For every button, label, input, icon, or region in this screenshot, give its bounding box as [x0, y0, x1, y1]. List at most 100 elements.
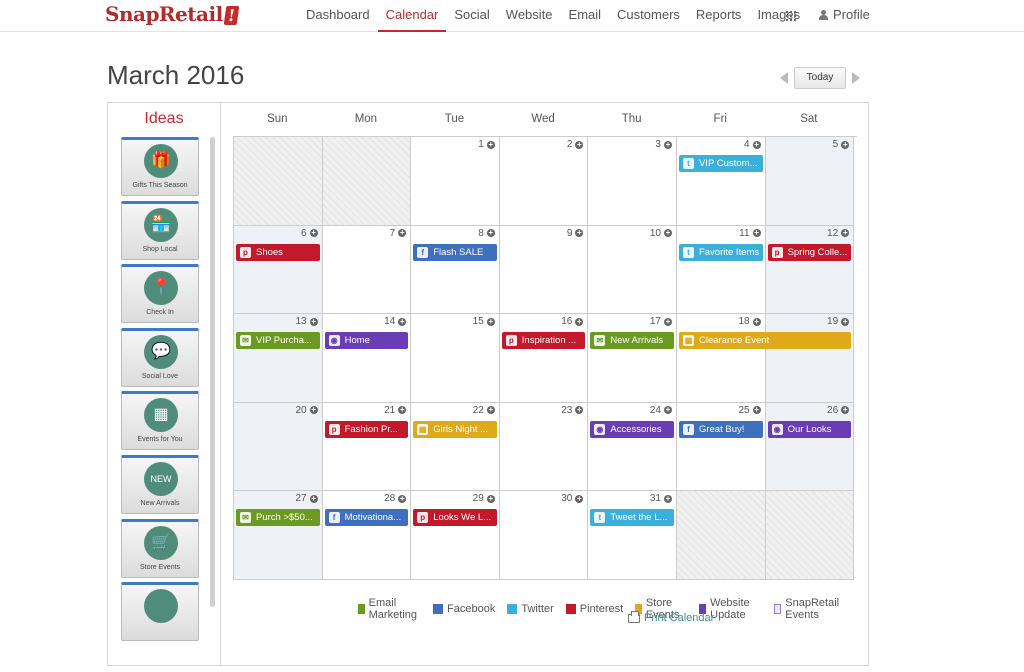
- idea-card[interactable]: 📍 Check In: [121, 264, 199, 324]
- day-cell[interactable]: 19 +: [765, 314, 855, 403]
- add-event-icon[interactable]: +: [841, 229, 850, 238]
- day-cell[interactable]: 8 + f Flash SALE: [411, 225, 500, 315]
- event-website[interactable]: ◉ Accessories: [590, 420, 674, 438]
- next-month-arrow-icon[interactable]: [852, 72, 860, 84]
- add-event-icon[interactable]: +: [752, 406, 761, 415]
- day-cell[interactable]: 24 + ◉ Accessories: [588, 402, 677, 492]
- nav-item-dashboard[interactable]: Dashboard: [298, 0, 378, 32]
- add-event-icon[interactable]: +: [486, 140, 495, 149]
- add-event-icon[interactable]: +: [398, 229, 407, 238]
- day-cell[interactable]: 21 + p Fashion Pr...: [322, 402, 412, 492]
- add-event-icon[interactable]: +: [663, 140, 672, 149]
- event-pinterest[interactable]: p Spring Colle...: [767, 243, 852, 261]
- event-website[interactable]: ◉ Our Looks: [767, 420, 852, 438]
- event-facebook[interactable]: f Motivationa...: [324, 509, 409, 527]
- add-event-icon[interactable]: +: [663, 317, 672, 326]
- add-event-icon[interactable]: +: [575, 140, 584, 149]
- day-cell[interactable]: 10 +: [588, 225, 677, 315]
- add-event-icon[interactable]: +: [486, 406, 495, 415]
- add-event-icon[interactable]: +: [663, 494, 672, 503]
- day-cell[interactable]: 13 + ✉ VIP Purcha...: [234, 314, 323, 403]
- add-event-icon[interactable]: +: [663, 406, 672, 415]
- day-cell[interactable]: 30 +: [499, 491, 589, 580]
- day-cell[interactable]: 25 + f Great Buy!: [676, 402, 766, 492]
- day-cell[interactable]: 22 + ▦ Girls Night ...: [411, 402, 500, 492]
- nav-item-images[interactable]: Images: [749, 0, 808, 32]
- event-facebook[interactable]: f Great Buy!: [678, 420, 763, 438]
- add-event-icon[interactable]: +: [575, 494, 584, 503]
- add-event-icon[interactable]: +: [398, 317, 407, 326]
- idea-card[interactable]: ▦ Events for You: [121, 391, 199, 451]
- nav-item-reports[interactable]: Reports: [688, 0, 750, 32]
- day-cell[interactable]: 12 + p Spring Colle...: [765, 225, 855, 315]
- add-event-icon[interactable]: +: [663, 229, 672, 238]
- add-event-icon[interactable]: +: [486, 494, 495, 503]
- day-cell[interactable]: 6 + p Shoes: [234, 225, 323, 315]
- event-pinterest[interactable]: p Shoes: [236, 243, 320, 261]
- add-event-icon[interactable]: +: [398, 406, 407, 415]
- day-cell[interactable]: 14 + ◉ Home: [322, 314, 412, 403]
- day-cell[interactable]: 18 + ▦ Clearance Event: [676, 314, 852, 403]
- day-cell[interactable]: 28 + f Motivationa...: [322, 491, 412, 580]
- day-cell[interactable]: 29 + p Looks We L...: [411, 491, 500, 580]
- event-twitter[interactable]: t Favorite Items: [678, 243, 763, 261]
- snapretail-logo[interactable]: SnapRetail!: [105, 2, 239, 26]
- day-cell[interactable]: 1 +: [411, 137, 500, 226]
- day-cell[interactable]: 9 +: [499, 225, 589, 315]
- add-event-icon[interactable]: +: [309, 494, 318, 503]
- add-event-icon[interactable]: +: [575, 229, 584, 238]
- add-event-icon[interactable]: +: [752, 229, 761, 238]
- day-cell[interactable]: 16 + p Inspiration ...: [499, 314, 589, 403]
- event-email[interactable]: ✉ VIP Purcha...: [236, 332, 320, 350]
- day-cell[interactable]: 15 +: [411, 314, 500, 403]
- day-cell[interactable]: 11 + t Favorite Items: [676, 225, 766, 315]
- day-cell[interactable]: 20 +: [234, 402, 323, 492]
- add-event-icon[interactable]: +: [752, 140, 761, 149]
- add-event-icon[interactable]: +: [575, 317, 584, 326]
- add-event-icon[interactable]: +: [309, 317, 318, 326]
- today-button[interactable]: Today: [794, 67, 846, 89]
- event-twitter[interactable]: t Tweet the L...: [590, 509, 674, 527]
- day-cell[interactable]: 2 +: [499, 137, 589, 226]
- idea-card[interactable]: NEW New Arrivals: [121, 454, 199, 514]
- event-facebook[interactable]: f Flash SALE: [413, 243, 497, 261]
- event-pinterest[interactable]: p Looks We L...: [413, 509, 497, 527]
- add-event-icon[interactable]: +: [486, 317, 495, 326]
- event-twitter[interactable]: t VIP Custom...: [678, 155, 763, 172]
- add-event-icon[interactable]: +: [309, 406, 318, 415]
- nav-item-social[interactable]: Social: [446, 0, 497, 32]
- event-store[interactable]: ▦ Clearance Event: [678, 332, 852, 350]
- idea-card[interactable]: [121, 582, 199, 642]
- add-event-icon[interactable]: +: [841, 406, 850, 415]
- event-website[interactable]: ◉ Home: [324, 332, 409, 350]
- idea-card[interactable]: 💬 Social Love: [121, 327, 199, 387]
- add-event-icon[interactable]: +: [841, 140, 850, 149]
- day-cell[interactable]: 31 + t Tweet the L...: [588, 491, 677, 580]
- day-cell[interactable]: 26 + ◉ Our Looks: [765, 402, 855, 492]
- add-event-icon[interactable]: +: [575, 406, 584, 415]
- day-cell[interactable]: 23 +: [499, 402, 589, 492]
- previous-month-arrow-icon[interactable]: [780, 72, 788, 84]
- idea-card[interactable]: 🏪 Shop Local: [121, 200, 199, 260]
- event-store[interactable]: ▦ Girls Night ...: [413, 420, 497, 438]
- day-cell[interactable]: 7 +: [322, 225, 412, 315]
- nav-item-customers[interactable]: Customers: [609, 0, 688, 32]
- day-cell[interactable]: 5 +: [765, 137, 855, 226]
- event-pinterest[interactable]: p Inspiration ...: [501, 332, 586, 350]
- idea-card[interactable]: 🎁 Gifts This Season: [121, 137, 199, 196]
- add-event-icon[interactable]: +: [752, 317, 761, 326]
- profile-menu[interactable]: Profile: [819, 0, 870, 30]
- day-cell[interactable]: 4 + t VIP Custom...: [676, 137, 766, 226]
- add-event-icon[interactable]: +: [841, 317, 850, 326]
- apps-grid-icon[interactable]: [786, 11, 796, 21]
- nav-item-email[interactable]: Email: [561, 0, 610, 32]
- nav-item-calendar[interactable]: Calendar: [377, 0, 447, 32]
- add-event-icon[interactable]: +: [309, 229, 318, 238]
- day-cell[interactable]: 3 +: [588, 137, 677, 226]
- event-email[interactable]: ✉ New Arrivals: [590, 332, 674, 350]
- day-cell[interactable]: 17 + ✉ New Arrivals: [588, 314, 677, 403]
- day-cell[interactable]: 27 + ✉ Purch >$50...: [234, 491, 323, 580]
- print-calendar-link[interactable]: Print Calendar: [628, 610, 714, 624]
- event-email[interactable]: ✉ Purch >$50...: [236, 509, 320, 527]
- add-event-icon[interactable]: +: [486, 229, 495, 238]
